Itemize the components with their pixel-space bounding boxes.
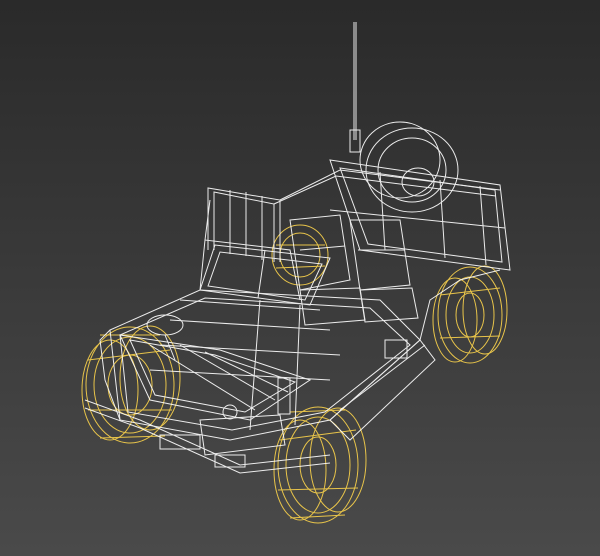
jeep-wireframe-model [81, 22, 511, 524]
wheel-rear-right [432, 265, 508, 364]
antenna [349, 22, 361, 153]
rear-cargo [329, 159, 511, 271]
wheel-front-right [273, 406, 367, 524]
steering-wheel [146, 314, 184, 361]
side-panel [277, 339, 436, 441]
main-body [99, 199, 501, 441]
front-bumper [84, 399, 331, 474]
wheel-front-left [81, 325, 181, 444]
3d-viewport[interactable] [0, 0, 600, 556]
